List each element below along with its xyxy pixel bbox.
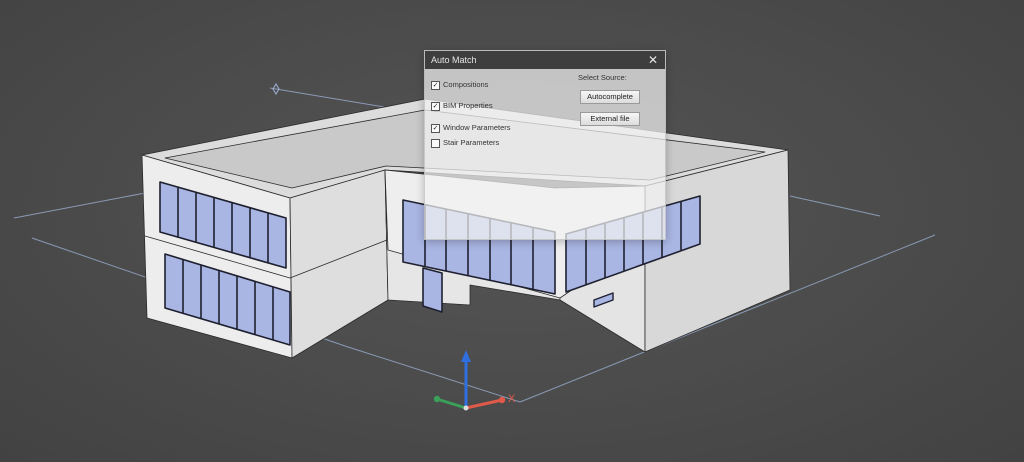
x-axis-handle-icon — [498, 396, 506, 404]
checkbox-checked-icon[interactable]: ✓ — [431, 102, 440, 111]
ucs-axis-icon[interactable]: X — [433, 350, 516, 411]
origin-icon — [463, 405, 469, 411]
x-axis — [465, 398, 503, 410]
dialog-titlebar[interactable]: Auto Match ✕ — [425, 51, 665, 69]
dialog-title: Auto Match — [431, 55, 477, 65]
external-file-button[interactable]: External file — [580, 112, 640, 126]
option-label: Compositions — [443, 80, 489, 89]
left-wing-side-wall — [289, 169, 389, 359]
x-axis-label: X — [508, 393, 516, 405]
close-icon[interactable]: ✕ — [648, 51, 658, 69]
checkbox-unchecked-icon[interactable] — [431, 139, 440, 148]
auto-match-dialog[interactable]: Auto Match ✕ ✓ Compositions ✓ BIM Proper… — [424, 50, 666, 240]
grid-line — [344, 345, 521, 403]
3d-viewport[interactable]: X Auto Match ✕ ✓ Compositions ✓ BIM Prop… — [0, 0, 1024, 462]
option-label: BIM Properties — [443, 101, 493, 110]
y-axis — [439, 398, 467, 410]
y-axis-handle-icon — [433, 395, 441, 403]
grid-line — [789, 195, 881, 217]
option-label: Stair Parameters — [443, 138, 500, 147]
grid-line — [13, 192, 146, 219]
option-label: Window Parameters — [443, 123, 511, 132]
select-source-label: Select Source: — [578, 73, 627, 82]
checkbox-checked-icon[interactable]: ✓ — [431, 81, 440, 90]
z-axis-arrow-icon — [461, 350, 471, 362]
autocomplete-button[interactable]: Autocomplete — [580, 90, 640, 104]
door[interactable] — [422, 267, 443, 313]
checkbox-checked-icon[interactable]: ✓ — [431, 124, 440, 133]
